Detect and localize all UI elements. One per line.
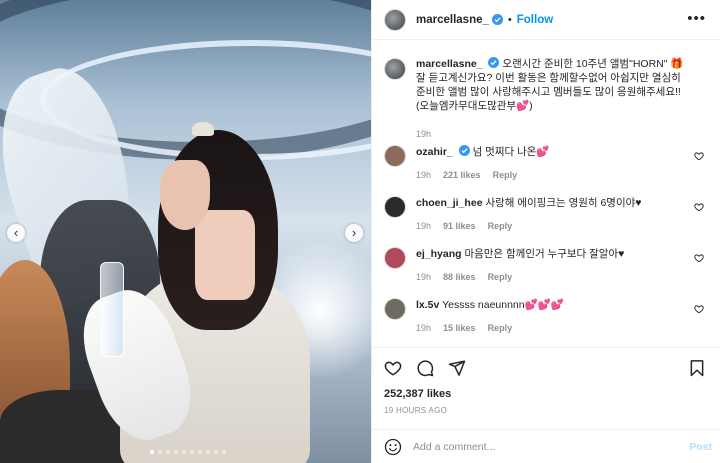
carousel-dot xyxy=(158,450,162,454)
comment-text: 마음만은 함께인거 누구보다 잘알아♥ xyxy=(464,248,625,260)
comment-likes[interactable]: 88 likes xyxy=(443,270,476,284)
comment-time: 19h xyxy=(416,170,432,180)
carousel-dot xyxy=(190,450,194,454)
comment-item: ozahir_ 넘 멋찌다 나온💕 19h 221 likes Reply xyxy=(384,145,708,182)
carousel-dots xyxy=(150,450,226,454)
header-separator: • xyxy=(507,13,512,26)
commenter-username[interactable]: ozahir_ xyxy=(416,146,453,158)
comment-text: Yessss naeunnnn💕💕💕 xyxy=(442,299,564,311)
water-bottle xyxy=(100,262,124,357)
comment-text: 사랑해 에이핑크는 영원히 6명이야♥ xyxy=(485,197,642,209)
heart-icon[interactable] xyxy=(694,151,704,161)
follow-button[interactable]: Follow xyxy=(517,14,553,26)
subject-neck xyxy=(195,210,255,300)
chevron-right-icon[interactable]: › xyxy=(345,224,363,242)
carousel-dot xyxy=(222,450,226,454)
heart-icon[interactable] xyxy=(384,359,402,377)
comment-time: 19h xyxy=(416,221,432,231)
verified-badge-icon xyxy=(491,14,503,25)
comment-time: 19h xyxy=(416,323,432,333)
comment-icon[interactable] xyxy=(416,359,434,377)
author-avatar[interactable] xyxy=(384,8,406,31)
reply-button[interactable]: Reply xyxy=(488,270,513,284)
comment-item: ej_hyang 마음만은 함께인거 누구보다 잘알아♥ 19h 88 like… xyxy=(384,247,708,284)
commenter-avatar[interactable] xyxy=(384,298,406,320)
comments-list[interactable]: marcellasne_ 오랜시간 준비한 10주년 앨범"HORN" 🎁 잘 … xyxy=(372,41,720,347)
caption-avatar[interactable] xyxy=(384,58,406,80)
comment-likes[interactable]: 91 likes xyxy=(443,219,476,233)
reply-button[interactable]: Reply xyxy=(488,321,513,335)
heart-icon[interactable] xyxy=(694,253,704,263)
post-sidebar: marcellasne_ • Follow ••• marcellasne_ 오… xyxy=(371,0,720,463)
subject-face xyxy=(160,160,210,230)
author-username[interactable]: marcellasne_ xyxy=(416,14,489,26)
share-icon[interactable] xyxy=(448,359,466,377)
comment-likes[interactable]: 221 likes xyxy=(443,168,481,182)
action-bar xyxy=(372,347,720,387)
carousel-dot xyxy=(174,450,178,454)
comment-item: choen_ji_hee 사랑해 에이핑크는 영원히 6명이야♥ 19h 91 … xyxy=(384,196,708,233)
likes-count[interactable]: 252,387 likes xyxy=(384,388,451,400)
heart-icon[interactable] xyxy=(694,202,704,212)
comment-likes[interactable]: 15 likes xyxy=(443,321,476,335)
post-comment-button[interactable]: Post xyxy=(689,441,712,453)
commenter-username[interactable]: choen_ji_hee xyxy=(416,197,483,209)
commenter-username[interactable]: ej_hyang xyxy=(416,248,462,260)
caption-username[interactable]: marcellasne_ xyxy=(416,58,483,70)
comment-text: 넘 멋찌다 나온💕 xyxy=(472,146,550,158)
carousel-dot xyxy=(182,450,186,454)
post-photo[interactable]: ‹ › xyxy=(0,0,371,463)
reply-button[interactable]: Reply xyxy=(488,219,513,233)
emoji-icon[interactable] xyxy=(384,438,402,456)
comment-input[interactable] xyxy=(413,440,663,453)
commenter-avatar[interactable] xyxy=(384,196,406,218)
commenter-avatar[interactable] xyxy=(384,247,406,269)
comment-composer: Post xyxy=(372,429,720,463)
verified-badge-icon xyxy=(458,145,470,156)
carousel-dot xyxy=(166,450,170,454)
bookmark-icon[interactable] xyxy=(688,359,706,377)
carousel-dot xyxy=(206,450,210,454)
caption-time: 19h xyxy=(416,129,432,139)
post-timestamp: 19 HOURS AGO xyxy=(384,406,448,415)
reply-button[interactable]: Reply xyxy=(493,168,518,182)
verified-badge-icon xyxy=(488,57,500,68)
carousel-dot xyxy=(214,450,218,454)
commenter-username[interactable]: lx.5v xyxy=(416,299,439,311)
hair-ornament xyxy=(192,122,214,136)
heart-icon[interactable] xyxy=(694,304,704,314)
comment-item: lx.5v Yessss naeunnnn💕💕💕 19h 15 likes Re… xyxy=(384,298,708,335)
chevron-left-icon[interactable]: ‹ xyxy=(7,224,25,242)
commenter-avatar[interactable] xyxy=(384,145,406,167)
comment-time: 19h xyxy=(416,272,432,282)
carousel-dot xyxy=(198,450,202,454)
carousel-dot xyxy=(150,450,154,454)
post-caption: marcellasne_ 오랜시간 준비한 10주년 앨범"HORN" 🎁 잘 … xyxy=(384,41,708,141)
post-header: marcellasne_ • Follow ••• xyxy=(372,0,720,40)
more-icon[interactable]: ••• xyxy=(687,10,706,27)
